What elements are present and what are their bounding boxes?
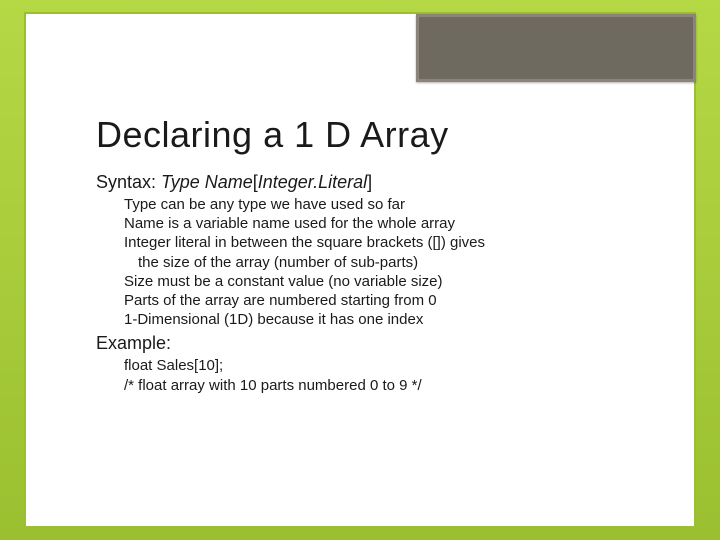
syntax-rbracket: ] [367, 172, 372, 192]
slide-panel: Declaring a 1 D Array Syntax: Type Name[… [24, 12, 696, 528]
syntax-prefix: Syntax: [96, 172, 161, 192]
bullet-item: Parts of the array are numbered starting… [124, 291, 644, 310]
syntax-line: Syntax: Type Name[Integer.Literal] [96, 172, 644, 193]
bullet-item: 1-Dimensional (1D) because it has one in… [124, 310, 644, 329]
example-comment: /* float array with 10 parts numbered 0 … [124, 376, 644, 395]
example-block: float Sales[10]; /* float array with 10 … [124, 356, 644, 394]
bullet-item: Type can be any type we have used so far [124, 195, 644, 214]
bullet-item: Integer literal in between the square br… [124, 233, 644, 252]
example-label: Example: [96, 333, 644, 354]
bullet-list: Type can be any type we have used so far… [124, 195, 644, 329]
slide-content: Declaring a 1 D Array Syntax: Type Name[… [96, 114, 644, 395]
example-code: float Sales[10]; [124, 356, 644, 375]
slide-title: Declaring a 1 D Array [96, 114, 644, 156]
bullet-item-continuation: the size of the array (number of sub-par… [124, 253, 644, 272]
decorative-top-band [416, 14, 696, 82]
bullet-item: Name is a variable name used for the who… [124, 214, 644, 233]
syntax-intlit: Integer.Literal [258, 172, 367, 192]
syntax-type: Type [161, 172, 200, 192]
bullet-item: Size must be a constant value (no variab… [124, 272, 644, 291]
syntax-name: Name [200, 172, 253, 192]
